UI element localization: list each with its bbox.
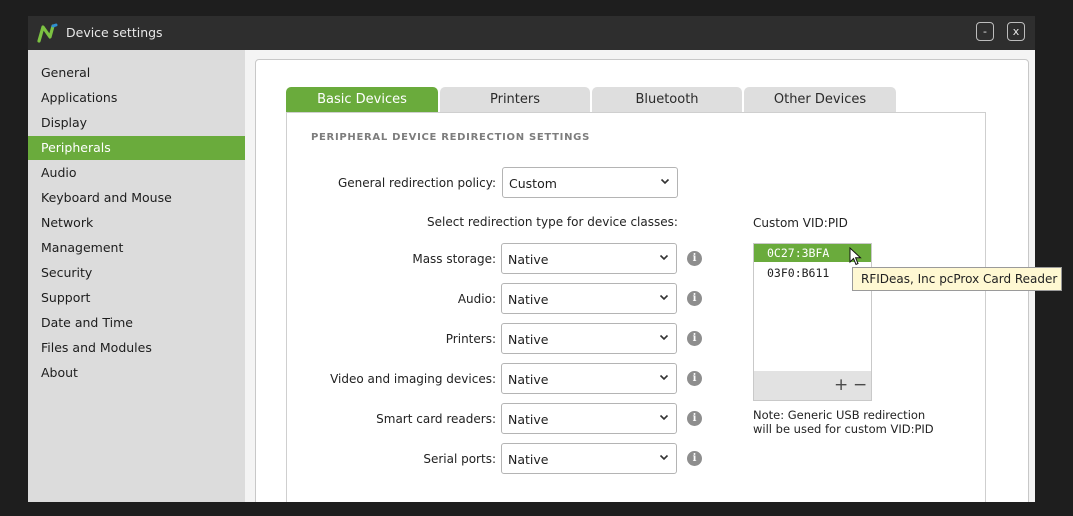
- sidebar-item-security[interactable]: Security: [28, 261, 245, 285]
- printers-value: Native: [508, 332, 549, 347]
- sidebar-item-general[interactable]: General: [28, 61, 245, 85]
- tab-basic-devices[interactable]: Basic Devices: [286, 87, 438, 112]
- info-icon[interactable]: i: [687, 371, 702, 386]
- mass-storage-label: Mass storage:: [412, 252, 496, 266]
- custom-vid-pid-heading: Custom VID:PID: [753, 216, 848, 230]
- window-title: Device settings: [66, 25, 163, 40]
- chevron-down-icon: [659, 254, 669, 261]
- mouse-pointer-icon: [849, 247, 862, 266]
- sidebar-item-management[interactable]: Management: [28, 236, 245, 260]
- mass-storage-value: Native: [508, 252, 549, 267]
- smart-card-readers-value: Native: [508, 412, 549, 427]
- audio-value: Native: [508, 292, 549, 307]
- note-line-1: Note: Generic USB redirection: [753, 408, 926, 422]
- smart-card-readers-select[interactable]: Native: [501, 403, 677, 434]
- printers-label: Printers:: [445, 332, 496, 346]
- general-policy-label: General redirection policy:: [337, 176, 496, 190]
- serial-ports-value: Native: [508, 452, 549, 467]
- sidebar-item-keyboard-and-mouse[interactable]: Keyboard and Mouse: [28, 186, 245, 210]
- info-icon[interactable]: i: [687, 251, 702, 266]
- vid-pid-list-toolbar: + −: [754, 371, 871, 400]
- device-settings-window: Device settings - x General Applications…: [28, 16, 1035, 502]
- add-vid-pid-button[interactable]: +: [834, 375, 848, 395]
- general-policy-select[interactable]: Custom: [502, 167, 678, 198]
- remove-vid-pid-button[interactable]: −: [853, 375, 867, 395]
- sidebar-item-audio[interactable]: Audio: [28, 161, 245, 185]
- info-icon[interactable]: i: [687, 451, 702, 466]
- device-classes-heading: Select redirection type for device class…: [427, 215, 678, 229]
- video-imaging-value: Native: [508, 372, 549, 387]
- n-logo-icon: [37, 23, 58, 43]
- video-imaging-label: Video and imaging devices:: [330, 372, 496, 386]
- device-tooltip: RFIDeas, Inc pcProx Card Reader: [852, 267, 1062, 291]
- chevron-down-icon: [659, 294, 669, 301]
- serial-ports-label: Serial ports:: [423, 452, 496, 466]
- serial-ports-select[interactable]: Native: [501, 443, 677, 474]
- sidebar-item-peripherals[interactable]: Peripherals: [28, 136, 245, 160]
- sidebar-item-about[interactable]: About: [28, 361, 245, 385]
- title-bar[interactable]: Device settings - x: [28, 16, 1035, 50]
- info-icon[interactable]: i: [687, 291, 702, 306]
- chevron-down-icon: [659, 414, 669, 421]
- tab-bluetooth[interactable]: Bluetooth: [592, 87, 742, 112]
- close-button[interactable]: x: [1007, 22, 1025, 41]
- sidebar-item-network[interactable]: Network: [28, 211, 245, 235]
- sidebar-item-files-and-modules[interactable]: Files and Modules: [28, 336, 245, 360]
- sidebar-item-date-and-time[interactable]: Date and Time: [28, 311, 245, 335]
- note-line-2: will be used for custom VID:PID: [753, 421, 934, 436]
- sidebar: General Applications Display Peripherals…: [28, 50, 245, 502]
- section-title: PERIPHERAL DEVICE REDIRECTION SETTINGS: [311, 132, 590, 143]
- info-icon[interactable]: i: [687, 331, 702, 346]
- audio-label: Audio:: [457, 292, 496, 306]
- sidebar-item-display[interactable]: Display: [28, 111, 245, 135]
- chevron-down-icon: [659, 454, 669, 461]
- smart-card-readers-label: Smart card readers:: [376, 412, 496, 426]
- info-icon[interactable]: i: [687, 411, 702, 426]
- vid-pid-note: Note: Generic USB redirection will be us…: [753, 408, 934, 436]
- chevron-down-icon: [659, 334, 669, 341]
- chevron-down-icon: [660, 178, 670, 185]
- sidebar-item-applications[interactable]: Applications: [28, 86, 245, 110]
- minimize-button[interactable]: -: [976, 22, 994, 41]
- printers-select[interactable]: Native: [501, 323, 677, 354]
- mass-storage-select[interactable]: Native: [501, 243, 677, 274]
- basic-devices-panel: PERIPHERAL DEVICE REDIRECTION SETTINGS G…: [286, 112, 986, 502]
- chevron-down-icon: [659, 374, 669, 381]
- tab-printers[interactable]: Printers: [440, 87, 590, 112]
- video-imaging-select[interactable]: Native: [501, 363, 677, 394]
- sidebar-item-support[interactable]: Support: [28, 286, 245, 310]
- tab-other-devices[interactable]: Other Devices: [744, 87, 896, 112]
- general-policy-value: Custom: [509, 176, 557, 191]
- audio-select[interactable]: Native: [501, 283, 677, 314]
